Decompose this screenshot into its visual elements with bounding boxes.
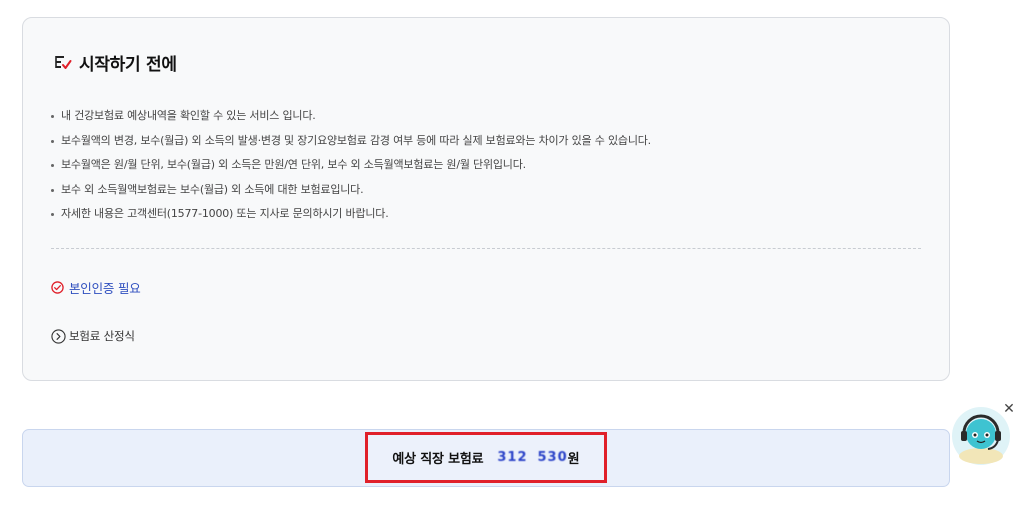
dashed-divider	[51, 248, 921, 249]
notice-item: 자세한 내용은 고객센터(1577-1000) 또는 지사로 문의하시기 바랍니…	[50, 202, 651, 227]
check-circle-icon	[51, 281, 64, 294]
notice-item: 보수 외 소득월액보험료는 보수(월급) 외 소득에 대한 보험료입니다.	[50, 178, 651, 203]
premium-amount-part1: 312	[497, 450, 528, 465]
intro-card: 시작하기 전에 내 건강보험료 예상내역을 확인할 수 있는 서비스 입니다. …	[22, 17, 950, 381]
premium-formula-link[interactable]: 보험료 산정식	[51, 328, 135, 344]
notice-list: 내 건강보험료 예상내역을 확인할 수 있는 서비스 입니다. 보수월액의 변경…	[50, 104, 651, 227]
notice-item: 보수월액의 변경, 보수(월급) 외 소득의 발생·변경 및 장기요양보험료 감…	[50, 129, 651, 154]
section-title: 시작하기 전에	[79, 55, 177, 75]
notice-item: 내 건강보험료 예상내역을 확인할 수 있는 서비스 입니다.	[50, 104, 651, 129]
premium-amount-part2: 530	[537, 450, 568, 465]
section-heading: 시작하기 전에	[53, 50, 177, 75]
estimated-premium-box: 예상 직장 보험료 312 530 원	[365, 432, 607, 483]
chevron-right-circle-icon	[51, 328, 66, 344]
identity-verification-link[interactable]: 본인인증 필요	[51, 278, 141, 297]
currency-unit: 원	[567, 452, 580, 467]
premium-formula-label: 보험료 산정식	[69, 329, 135, 343]
notice-item: 보수월액은 원/월 단위, 보수(월급) 외 소득은 만원/연 단위, 보수 외…	[50, 153, 651, 178]
close-icon[interactable]: ✕	[1002, 402, 1016, 416]
estimated-premium-label: 예상 직장 보험료	[392, 452, 484, 467]
checklist-icon	[55, 55, 72, 69]
identity-verification-label: 본인인증 필요	[69, 281, 141, 296]
